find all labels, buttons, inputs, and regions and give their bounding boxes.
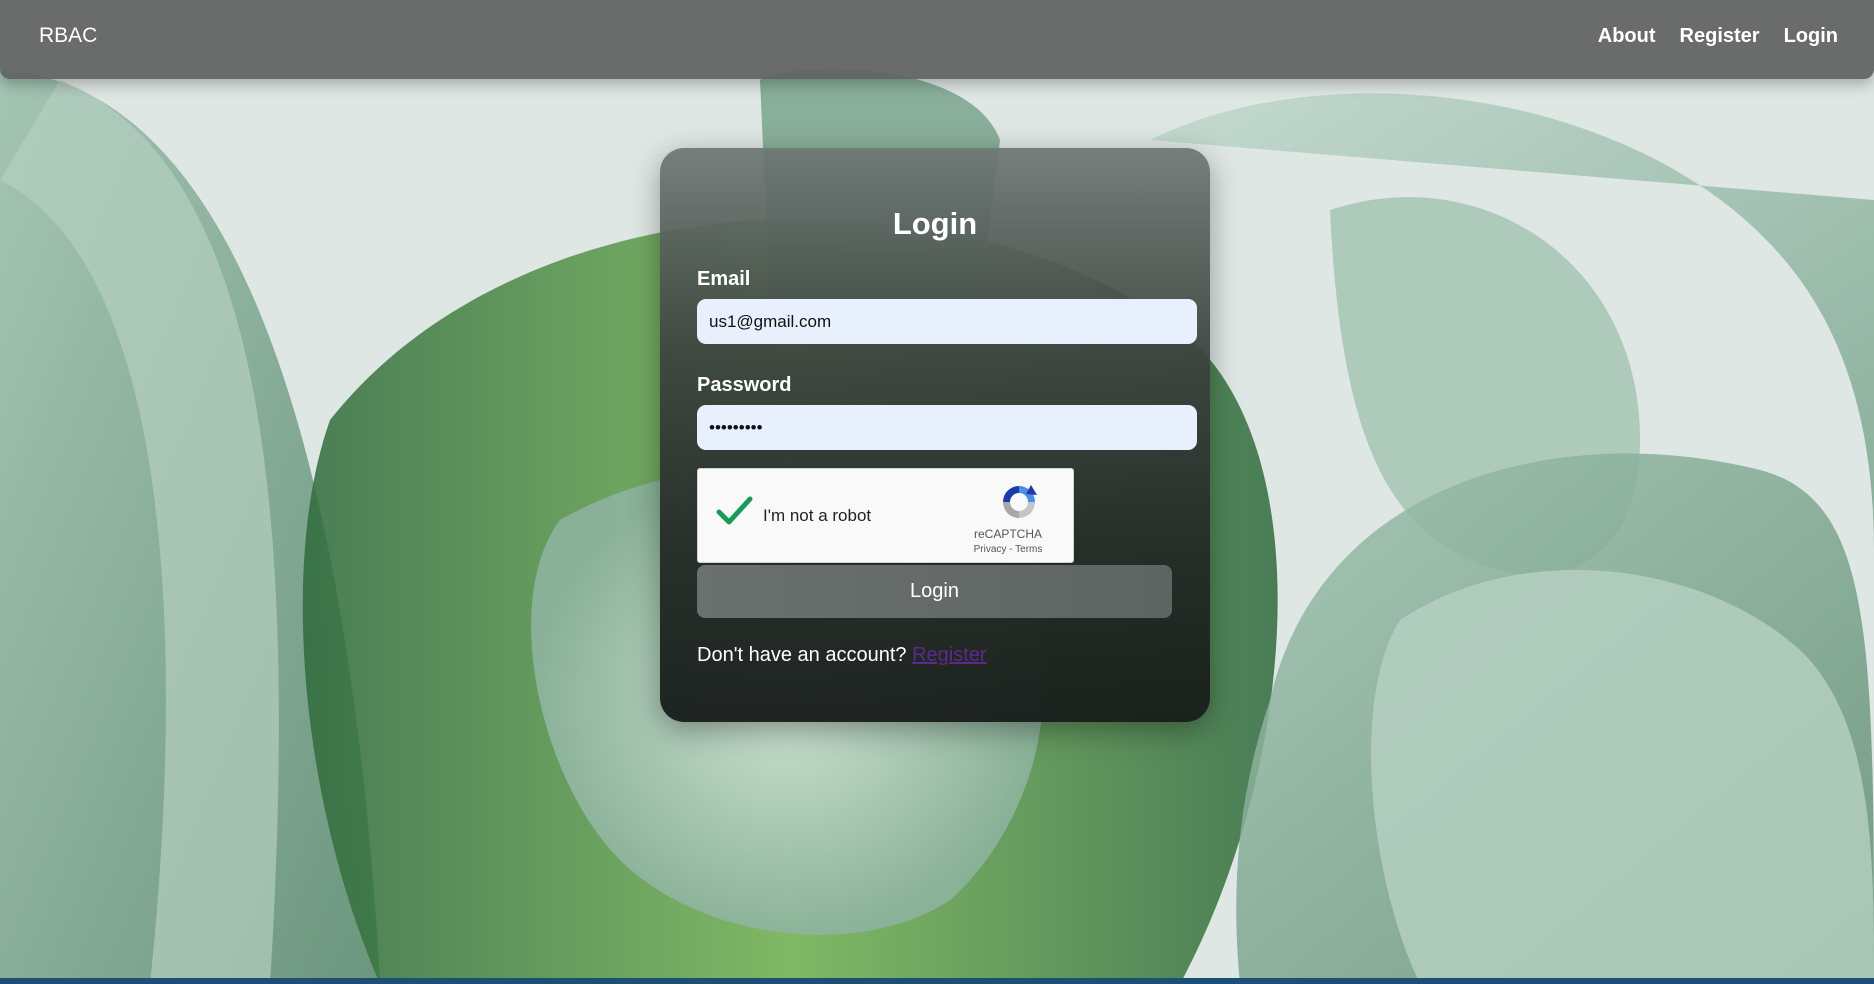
top-navbar: RBAC About Register Login: [0, 0, 1874, 79]
recaptcha-terms-link[interactable]: Terms: [1015, 544, 1042, 555]
recaptcha-brand-text: reCAPTCHA: [973, 527, 1042, 541]
login-card: Login Email Password I'm not a robot reC…: [660, 148, 1210, 722]
password-label: Password: [697, 374, 792, 396]
recaptcha-privacy-link[interactable]: Privacy: [974, 544, 1007, 555]
recaptcha-logo-icon: [1003, 485, 1037, 518]
recaptcha-links: Privacy - Terms: [948, 544, 1068, 555]
captcha-label: I'm not a robot: [763, 506, 872, 525]
checkmark-icon[interactable]: [714, 491, 754, 531]
login-page: RBAC About Register Login Login Email Pa…: [0, 0, 1874, 984]
recaptcha-links-separator: -: [1006, 544, 1016, 555]
password-field[interactable]: [697, 405, 1197, 450]
nav-link-register[interactable]: Register: [1680, 25, 1760, 48]
email-field[interactable]: [697, 299, 1197, 344]
recaptcha-widget: I'm not a robot reCAPTCHA Privacy - Term…: [697, 468, 1074, 563]
brand-link[interactable]: RBAC: [39, 24, 97, 48]
nav-link-login[interactable]: Login: [1784, 25, 1838, 48]
register-link[interactable]: Register: [912, 644, 986, 666]
login-submit-button[interactable]: Login: [697, 565, 1172, 618]
bottom-strip: [0, 978, 1874, 984]
email-label: Email: [697, 268, 751, 290]
register-prompt-line: Don't have an account? Register: [697, 644, 987, 667]
login-title: Login: [892, 206, 978, 241]
register-prompt-text: Don't have an account?: [697, 644, 907, 666]
nav-links: About Register Login: [1598, 25, 1838, 48]
nav-link-about[interactable]: About: [1598, 25, 1656, 48]
